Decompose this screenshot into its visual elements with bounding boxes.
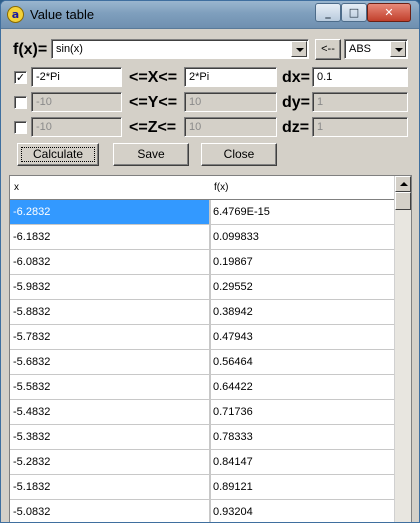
y-from-input[interactable]: -10 [31, 92, 122, 112]
z-from-input[interactable]: -10 [31, 117, 122, 137]
close-window-button[interactable]: ✕ [367, 3, 411, 22]
dx-input[interactable]: 0.1 [312, 67, 408, 87]
table-row[interactable]: -5.0832 0.93204 [10, 500, 396, 522]
cell-fx[interactable]: 0.38942 [210, 300, 396, 324]
scroll-up-icon[interactable] [395, 176, 411, 192]
cell-x[interactable]: -5.0832 [10, 500, 210, 522]
dy-label: dy= [282, 94, 311, 111]
table-row[interactable]: -5.8832 0.38942 [10, 300, 396, 325]
cell-fx[interactable]: 0.93204 [210, 500, 396, 522]
z-enable-checkbox[interactable] [14, 121, 27, 134]
window-title: Value table [30, 7, 95, 22]
table-row[interactable]: -5.9832 0.29552 [10, 275, 396, 300]
cell-fx[interactable]: 0.78333 [210, 425, 396, 449]
table-row[interactable]: -6.2832 6.4769E-15 [10, 200, 396, 225]
cell-x[interactable]: -5.9832 [10, 275, 210, 299]
dx-label: dx= [282, 69, 311, 86]
cell-x[interactable]: -6.2832 [10, 200, 210, 224]
table-row[interactable]: -5.7832 0.47943 [10, 325, 396, 350]
dz-input[interactable]: 1 [312, 117, 408, 137]
y-to-input[interactable]: 10 [184, 92, 277, 112]
cell-fx[interactable]: 6.4769E-15 [210, 200, 396, 224]
x-range-label: <=X<= [129, 69, 178, 86]
table-row[interactable]: -5.2832 0.84147 [10, 450, 396, 475]
cell-fx[interactable]: 0.64422 [210, 375, 396, 399]
insert-function-button[interactable]: <-- [315, 39, 341, 60]
column-header-fx[interactable]: f(x) [214, 182, 228, 193]
cell-fx[interactable]: 0.29552 [210, 275, 396, 299]
vertical-scrollbar[interactable] [394, 176, 411, 522]
cell-x[interactable]: -5.7832 [10, 325, 210, 349]
z-to-input[interactable]: 10 [184, 117, 277, 137]
cell-x[interactable]: -5.4832 [10, 400, 210, 424]
cell-x[interactable]: -6.0832 [10, 250, 210, 274]
scrollbar-thumb[interactable] [395, 192, 411, 210]
function-expression-combo[interactable]: sin(x) [51, 39, 309, 59]
cell-x[interactable]: -5.8832 [10, 300, 210, 324]
cell-fx[interactable]: 0.56464 [210, 350, 396, 374]
cell-fx[interactable]: 0.89121 [210, 475, 396, 499]
x-from-input[interactable]: -2*Pi [31, 67, 122, 87]
dy-input[interactable]: 1 [312, 92, 408, 112]
table-row[interactable]: -5.3832 0.78333 [10, 425, 396, 450]
save-button[interactable]: Save [113, 143, 189, 166]
function-label: f(x)= [13, 41, 48, 58]
column-header-x[interactable]: x [14, 182, 19, 193]
function-select[interactable]: ABS [344, 39, 408, 59]
y-enable-checkbox[interactable] [14, 96, 27, 109]
x-enable-checkbox[interactable]: ✓ [14, 71, 27, 84]
cell-x[interactable]: -5.2832 [10, 450, 210, 474]
value-table-grid[interactable]: x f(x) -6.2832 6.4769E-15 -6.1832 0.099833-… [9, 175, 412, 522]
cell-x[interactable]: -5.6832 [10, 350, 210, 374]
app-icon: a [7, 6, 24, 23]
cell-x[interactable]: -6.1832 [10, 225, 210, 249]
value-table-window: a Value table _ □ ✕ f(x)= sin(x) <-- ABS… [0, 0, 420, 523]
table-row[interactable]: -5.1832 0.89121 [10, 475, 396, 500]
title-bar[interactable]: a Value table _ □ ✕ [1, 1, 419, 29]
cell-fx[interactable]: 0.099833 [210, 225, 396, 249]
function-select-value: ABS [349, 43, 372, 55]
table-row[interactable]: -5.6832 0.56464 [10, 350, 396, 375]
table-row[interactable]: -5.4832 0.71736 [10, 400, 396, 425]
y-range-label: <=Y<= [129, 94, 178, 111]
table-row[interactable]: -6.0832 0.19867 [10, 250, 396, 275]
cell-x[interactable]: -5.1832 [10, 475, 210, 499]
chevron-down-icon[interactable] [291, 41, 307, 57]
chevron-down-icon[interactable] [390, 41, 406, 57]
z-range-label: <=Z<= [129, 119, 177, 136]
dz-label: dz= [282, 119, 310, 136]
x-to-input[interactable]: 2*Pi [184, 67, 277, 87]
cell-fx[interactable]: 0.84147 [210, 450, 396, 474]
cell-fx[interactable]: 0.19867 [210, 250, 396, 274]
cell-fx[interactable]: 0.71736 [210, 400, 396, 424]
cell-fx[interactable]: 0.47943 [210, 325, 396, 349]
table-body: -6.2832 6.4769E-15 -6.1832 0.099833 -6.0832 0… [10, 200, 396, 522]
cell-x[interactable]: -5.3832 [10, 425, 210, 449]
cell-x[interactable]: -5.5832 [10, 375, 210, 399]
table-row[interactable]: -5.5832 0.64422 [10, 375, 396, 400]
table-row[interactable]: -6.1832 0.099833 [10, 225, 396, 250]
calculate-button[interactable]: Calculate [17, 143, 99, 166]
maximize-button[interactable]: □ [341, 3, 367, 22]
close-button[interactable]: Close [201, 143, 277, 166]
table-header: x f(x) [10, 176, 396, 200]
function-expression-value: sin(x) [56, 43, 83, 55]
minimize-button[interactable]: _ [315, 3, 341, 22]
